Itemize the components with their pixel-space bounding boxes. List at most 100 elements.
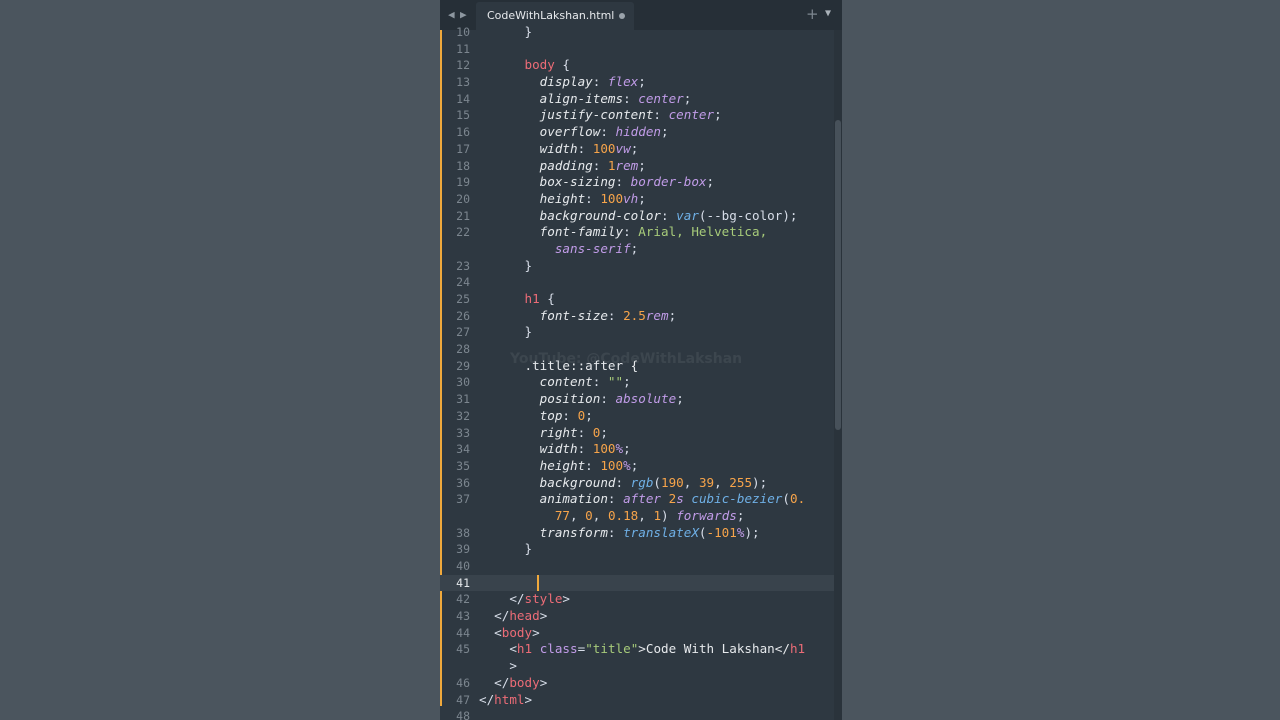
code-token: , xyxy=(638,507,654,523)
code-line[interactable]: 11 xyxy=(440,41,834,58)
code-line[interactable]: 12 body { xyxy=(440,57,834,74)
code-token: ; xyxy=(630,240,639,256)
code-line[interactable]: 37 animation: after 2s cubic-bezier(0. xyxy=(440,491,834,508)
code-line[interactable]: 48 xyxy=(440,708,834,720)
code-line[interactable]: 10 } xyxy=(440,24,834,41)
code-token: </ xyxy=(479,691,495,707)
code-line[interactable]: 38 transform: translateX(-101%); xyxy=(440,525,834,542)
code-line[interactable]: 26 font-size: 2.5rem; xyxy=(440,308,834,325)
code-token: rem xyxy=(645,307,669,323)
line-text: > xyxy=(479,658,517,675)
code-line[interactable]: 40 xyxy=(440,558,834,575)
code-line[interactable]: 77, 0, 0.18, 1) forwards; xyxy=(440,508,834,525)
code-token: : xyxy=(607,307,624,323)
code-line[interactable]: 27 } xyxy=(440,324,834,341)
code-line[interactable]: 20 height: 100vh; xyxy=(440,191,834,208)
code-line[interactable]: 43 </head> xyxy=(440,608,834,625)
line-number: 31 xyxy=(456,392,470,407)
code-token: absolute xyxy=(615,391,677,407)
line-text: background: rgb(190, 39, 255); xyxy=(479,474,768,492)
back-arrow-icon[interactable]: ◀ xyxy=(448,8,455,22)
forward-arrow-icon[interactable]: ▶ xyxy=(460,8,467,22)
code-token: ; xyxy=(683,90,692,106)
code-line[interactable]: 14 align-items: center; xyxy=(440,91,834,108)
code-line[interactable]: 15 justify-content: center; xyxy=(440,107,834,124)
code-token: forwards xyxy=(676,507,737,523)
code-token: background-color xyxy=(539,207,661,223)
code-line[interactable]: 25 h1 { xyxy=(440,291,834,308)
code-line[interactable]: 21 background-color: var(--bg-color); xyxy=(440,208,834,225)
code-line[interactable]: 13 display: flex; xyxy=(440,74,834,91)
code-token: flex xyxy=(607,74,639,90)
line-number: 48 xyxy=(456,709,470,720)
code-token: ; xyxy=(623,374,631,390)
code-token: 77 xyxy=(554,507,570,523)
code-line[interactable]: 24 xyxy=(440,274,834,291)
code-token: , xyxy=(714,474,730,490)
code-line[interactable]: 34 width: 100%; xyxy=(440,441,834,458)
code-line[interactable]: > xyxy=(440,658,834,675)
scrollbar-thumb[interactable] xyxy=(835,120,841,430)
code-token: ; xyxy=(600,424,608,440)
line-number: 45 xyxy=(456,642,470,657)
line-number: 40 xyxy=(456,559,470,573)
line-number: 18 xyxy=(456,158,470,173)
code-line[interactable]: 46 </body> xyxy=(440,675,834,692)
unsaved-dot-icon[interactable] xyxy=(619,13,625,19)
line-text: } xyxy=(479,258,532,275)
code-area[interactable]: 10 } 11 12 body {13 display: flex; 14 align… xyxy=(440,24,834,720)
code-line[interactable]: 39 } xyxy=(440,541,834,558)
code-line[interactable]: 44 <body> xyxy=(440,625,834,642)
code-line[interactable]: 22 font-family: Arial, Helvetica, xyxy=(440,224,834,241)
code-token: > xyxy=(539,674,548,690)
code-line[interactable]: 33 right: 0; xyxy=(440,425,834,442)
code-line[interactable]: 19 box-sizing: border-box; xyxy=(440,174,834,191)
plus-icon[interactable]: + xyxy=(806,5,819,23)
code-line[interactable]: 42 </style> xyxy=(440,591,834,608)
code-token: : xyxy=(577,424,593,440)
code-token: box-sizing xyxy=(539,174,616,190)
code-line[interactable]: 17 width: 100vw; xyxy=(440,141,834,158)
code-token: : xyxy=(585,457,601,473)
line-text: <body> xyxy=(479,625,540,642)
code-token: < xyxy=(479,624,502,640)
code-token: ; xyxy=(676,391,684,407)
code-line[interactable]: 32 top: 0; xyxy=(440,408,834,425)
chevron-down-icon[interactable]: ▼ xyxy=(825,8,831,19)
code-token: 0.18 xyxy=(607,507,639,523)
line-number: 46 xyxy=(456,675,470,690)
code-line[interactable]: 31 position: absolute; xyxy=(440,391,834,408)
line-number: 19 xyxy=(456,175,470,190)
code-token: : xyxy=(600,124,616,140)
vertical-scrollbar[interactable] xyxy=(834,30,842,720)
code-token: ; xyxy=(623,441,631,457)
tab-filename: CodeWithLakshan.html xyxy=(487,9,615,22)
code-line[interactable]: sans-serif; xyxy=(440,241,834,258)
code-token: width xyxy=(539,441,578,457)
code-line[interactable]: 35 height: 100%; xyxy=(440,458,834,475)
line-text: animation: after 2s cubic-bezier(0. xyxy=(479,491,805,508)
code-line[interactable]: 47 </html> xyxy=(440,692,834,709)
code-line[interactable]: 30 content: ""; xyxy=(440,374,834,391)
code-token: } xyxy=(479,324,533,340)
line-number: 24 xyxy=(456,275,470,290)
code-line[interactable]: 16 overflow: hidden; xyxy=(440,124,834,141)
line-number: 33 xyxy=(456,425,470,440)
code-token: overflow xyxy=(539,124,601,140)
code-line[interactable]: 23 } xyxy=(440,258,834,275)
code-line[interactable]: 36 background: rgb(190, 39, 255); xyxy=(440,475,834,492)
code-line-active[interactable]: 41 xyxy=(440,574,834,592)
code-token: : xyxy=(615,474,631,490)
code-token: } xyxy=(479,257,533,273)
code-line[interactable]: 18 padding: 1rem; xyxy=(440,158,834,175)
code-line[interactable]: 45 <h1 class="title">Code With Lakshan</… xyxy=(440,641,834,658)
code-token: -101 xyxy=(706,524,737,540)
